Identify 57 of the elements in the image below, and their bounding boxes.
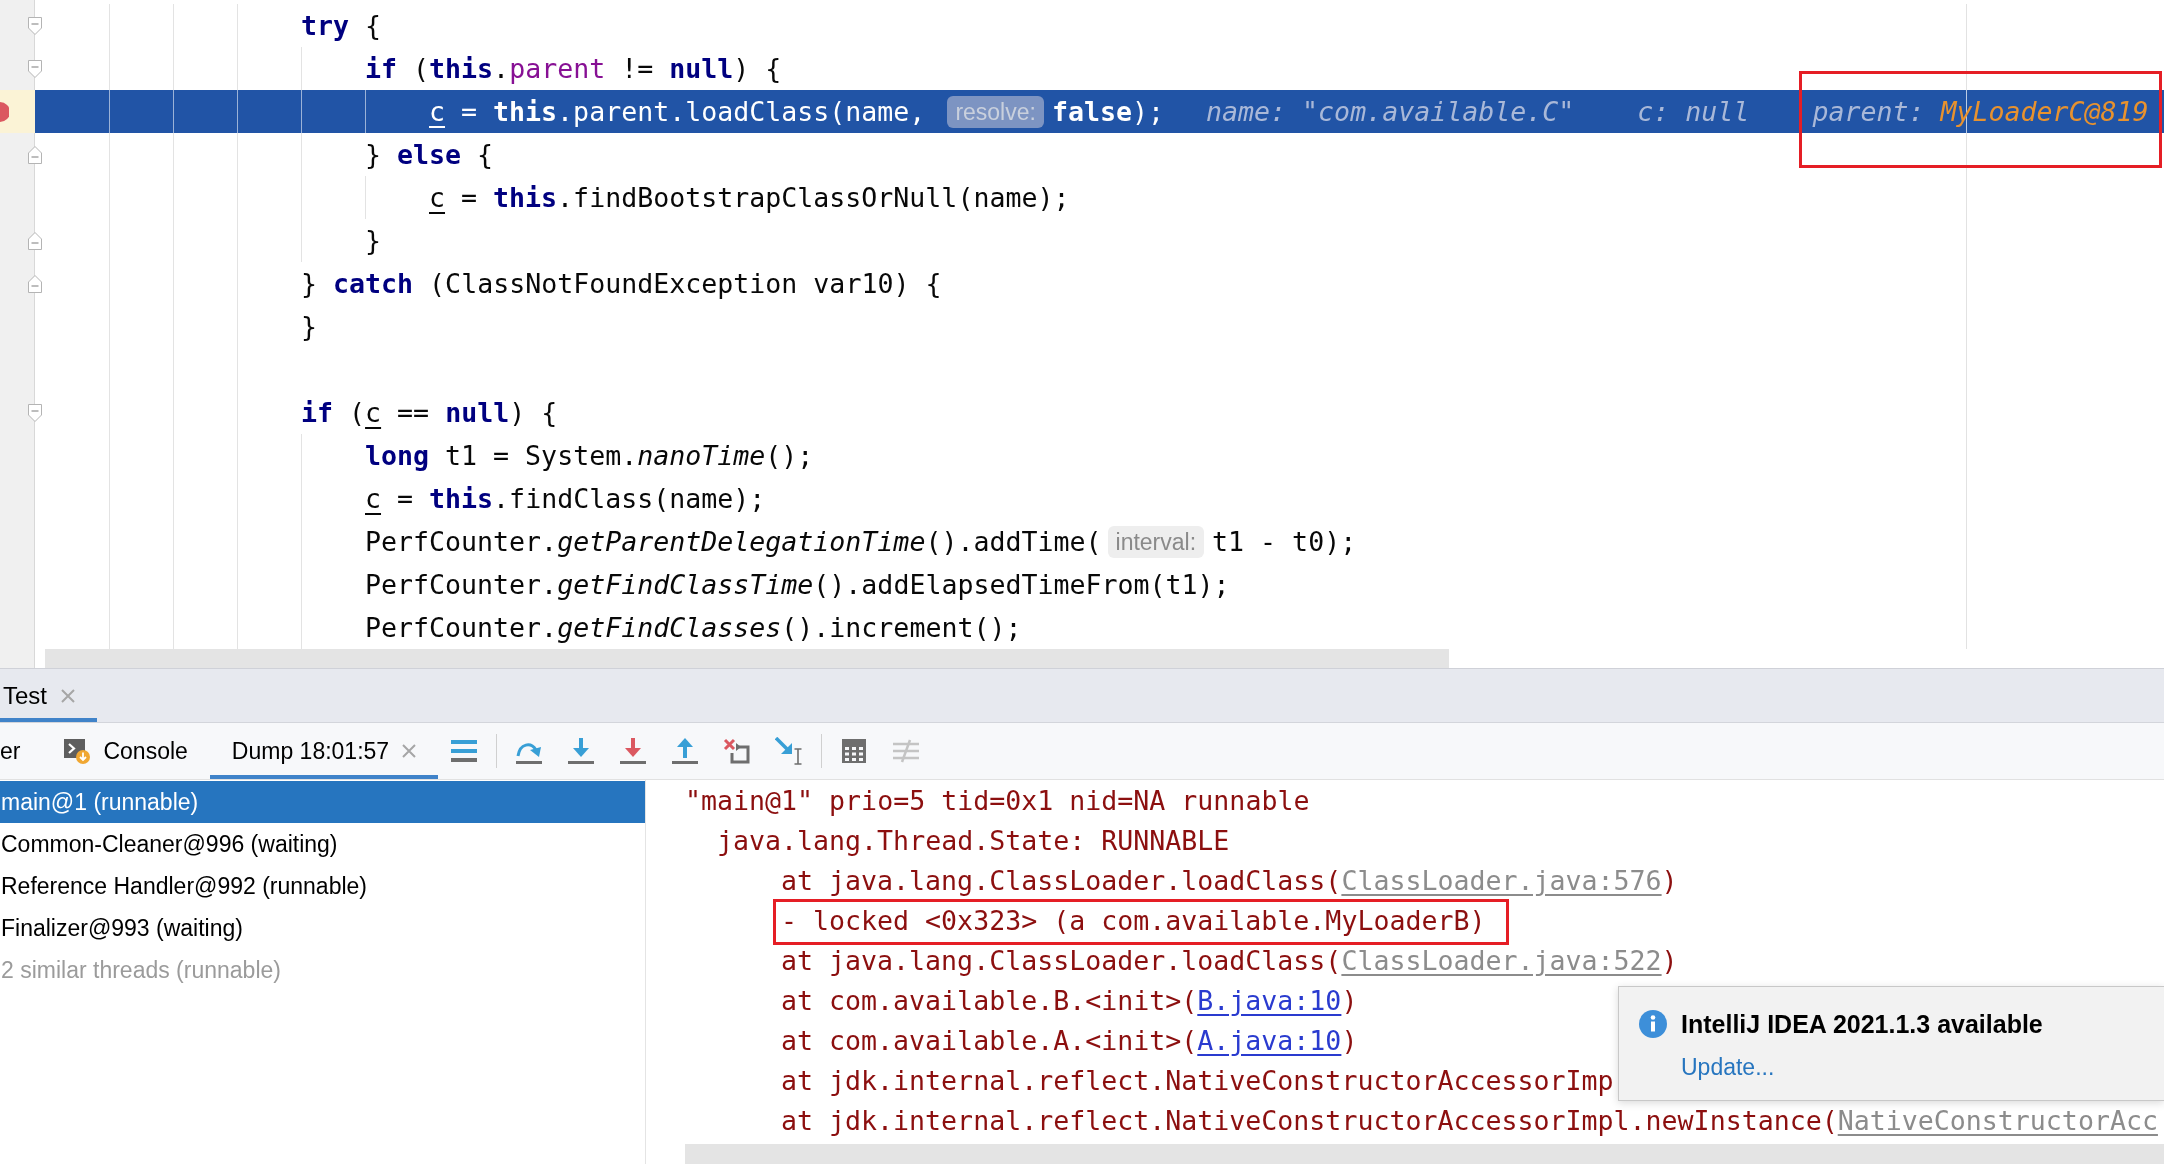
- code-text: if (this.parent != null) {: [365, 52, 782, 86]
- thread-item[interactable]: main@1 (runnable): [0, 781, 645, 823]
- close-icon[interactable]: [61, 688, 75, 703]
- scrollbar-thumb[interactable]: [685, 1144, 2164, 1164]
- fold-icon[interactable]: [28, 16, 42, 35]
- source-link[interactable]: A.java:10: [1197, 1025, 1342, 1056]
- code-text: c = this.parent.loadClass(name,: [429, 95, 927, 129]
- notification-title: IntelliJ IDEA 2021.1.3 available: [1681, 1009, 2043, 1039]
- info-icon: [1639, 1010, 1667, 1038]
- parameter-hint: resolve:: [947, 95, 1044, 128]
- thread-item[interactable]: Reference Handler@992 (runnable): [0, 865, 645, 907]
- scrollbar-thumb[interactable]: [45, 649, 1449, 668]
- code-text: if (c == null) {: [301, 396, 558, 430]
- code-text: PerfCounter.getFindClasses().increment();: [365, 611, 1022, 645]
- calculator-icon: [842, 739, 867, 763]
- code-text: c = this.findBootstrapClassOrNull(name);: [429, 181, 1070, 215]
- thread-item[interactable]: Finalizer@993 (waiting): [0, 907, 645, 949]
- fold-icon[interactable]: [28, 403, 42, 422]
- code-text: PerfCounter.getParentDelegationTime().addTime(: [365, 525, 1102, 559]
- fold-icon[interactable]: [28, 59, 42, 78]
- dump-line: at java.lang.ClassLoader.loadClass(ClassLoader.java:522): [781, 944, 1678, 978]
- dump-line: at jdk.internal.reflect.NativeConstructorAccessorImpl.newInstance(NativeConstructorAcc: [781, 1104, 2158, 1138]
- up-arrow-icon: [671, 738, 700, 764]
- code-text: try {: [301, 9, 382, 43]
- code-text: } else {: [365, 138, 494, 172]
- thread-item[interactable]: Common-Cleaner@996 (waiting): [0, 823, 645, 865]
- down-arrow-icon: [567, 738, 596, 764]
- inline-value: name: "com.available.C": [1206, 95, 1575, 129]
- cross-corner-icon: [723, 738, 752, 764]
- code-text: c = this.findClass(name);: [365, 482, 766, 516]
- dump-line: at com.available.A.<init>(A.java:10): [781, 1024, 1358, 1058]
- code-text: long t1 = System.nanoTime();: [365, 439, 814, 473]
- down-arrow-icon: [619, 738, 648, 764]
- console-icon: [64, 738, 91, 764]
- dump-line: at java.lang.ClassLoader.loadClass(ClassLoader.java:576): [781, 864, 1678, 898]
- tab[interactable]: Console: [42, 723, 210, 779]
- dump-line: at jdk.internal.reflect.NativeConstructorAccessorImp: [781, 1064, 1614, 1098]
- parameter-hint: interval:: [1107, 525, 1205, 558]
- dump-line: "main@1" prio=5 tid=0x1 nid=NA runnable: [685, 784, 1310, 818]
- dump-line: at com.available.B.<init>(B.java:10): [781, 984, 1358, 1018]
- code-text: t1 - t0);: [1212, 525, 1357, 559]
- close-icon[interactable]: [402, 744, 417, 758]
- tab[interactable]: er: [0, 723, 43, 779]
- code-text: }: [301, 310, 317, 344]
- source-link[interactable]: B.java:10: [1197, 985, 1342, 1016]
- breakpoint-icon[interactable]: [0, 100, 9, 123]
- code-text: } catch (ClassNotFoundException var10) {: [301, 267, 942, 301]
- code-text: PerfCounter.getFindClassTime().addElapsedTimeFrom(t1);: [365, 568, 1230, 602]
- update-link[interactable]: Update...: [1681, 1052, 1775, 1082]
- lines-slash-icon: [893, 739, 920, 763]
- dump-line: java.lang.Thread.State: RUNNABLE: [717, 824, 1230, 858]
- code-text: }: [365, 224, 381, 258]
- arrow-cursor-icon: [775, 737, 804, 765]
- dump-line: - locked <0x323> (a com.available.MyLoaderB): [781, 904, 1486, 938]
- code-text: false);: [1051, 95, 1164, 129]
- inline-value: c: null: [1637, 95, 1750, 129]
- lines-icon: [451, 740, 478, 762]
